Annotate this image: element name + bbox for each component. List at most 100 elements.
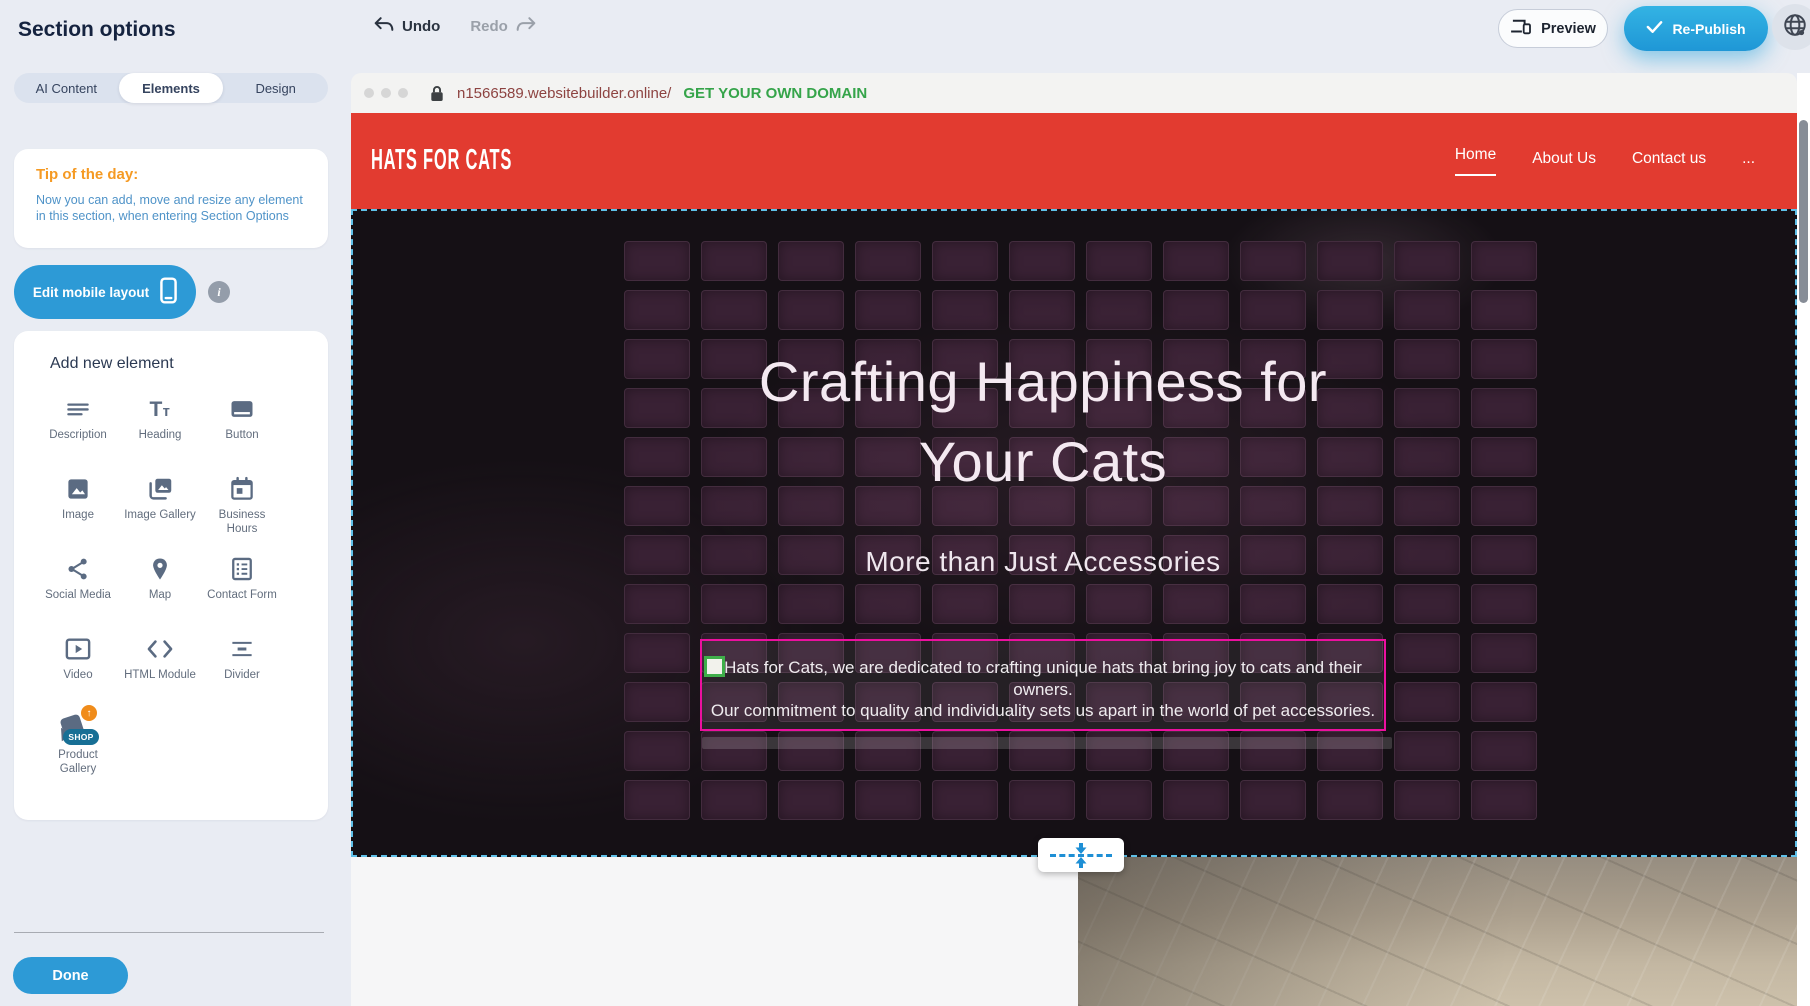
tab-ai-content[interactable]: AI Content: [14, 73, 119, 103]
hero-tile: [624, 290, 690, 330]
hero-tile: [1394, 241, 1460, 281]
hero-tile: [1163, 584, 1229, 624]
hero-tile: [624, 682, 690, 722]
element-html-module[interactable]: HTML Module: [120, 631, 200, 711]
hero-heading: Crafting Happiness for Your Cats: [443, 342, 1643, 502]
info-icon[interactable]: i: [208, 281, 230, 303]
element-grid: Description Tт Heading Button Image Imag…: [38, 391, 286, 791]
shop-badge: SHOP: [63, 729, 99, 745]
hero-tile: [1163, 290, 1229, 330]
hero-tile: [701, 290, 767, 330]
hero-tile: [1240, 290, 1306, 330]
element-social-media[interactable]: Social Media: [38, 551, 118, 631]
hero-tile: [932, 584, 998, 624]
hero-tile: [1163, 241, 1229, 281]
hero-tile: [1471, 290, 1537, 330]
site-logo[interactable]: HATS FOR CATS: [371, 143, 512, 177]
element-product-gallery[interactable]: ↑ SHOP Product Gallery: [38, 711, 118, 791]
site-url[interactable]: n1566589.websitebuilder.online/: [457, 85, 671, 102]
element-image[interactable]: Image: [38, 471, 118, 551]
hero-tile: [624, 780, 690, 820]
hero-tile: [1009, 780, 1075, 820]
lock-icon: [430, 85, 444, 102]
hero-tile: [701, 241, 767, 281]
hero-tile: [1240, 584, 1306, 624]
html-module-icon: [145, 631, 175, 667]
hero-tile: [932, 780, 998, 820]
hero-tile: [1086, 584, 1152, 624]
hero-tile: [1086, 290, 1152, 330]
button-icon: [227, 391, 257, 427]
image-icon: [64, 471, 92, 507]
tip-of-the-day-card: Tip of the day: Now you can add, move an…: [14, 149, 328, 248]
hero-tile: [1394, 290, 1460, 330]
hero-tile: [1086, 780, 1152, 820]
hero-tile: [1394, 633, 1460, 673]
hero-tile: [1240, 241, 1306, 281]
hero-tile: [1009, 584, 1075, 624]
hero-tile: [1317, 780, 1383, 820]
get-domain-link[interactable]: GET YOUR OWN DOMAIN: [683, 85, 867, 102]
nav-more-dots[interactable]: ...: [1742, 150, 1755, 172]
hero-tile: [778, 584, 844, 624]
hero-tile: [1317, 584, 1383, 624]
hero-tile: [1163, 780, 1229, 820]
tab-elements[interactable]: Elements: [119, 73, 224, 103]
business-hours-icon: [228, 471, 256, 507]
hero-subheading: More than Just Accessories: [443, 542, 1643, 582]
section-resize-handle[interactable]: [1038, 838, 1124, 872]
element-divider[interactable]: Divider: [202, 631, 282, 711]
heading-icon: Tт: [145, 391, 175, 427]
scrollbar-thumb[interactable]: [1799, 120, 1808, 303]
hero-tile: [778, 241, 844, 281]
arrow-down-icon: [1074, 843, 1088, 854]
edit-mobile-layout-button[interactable]: Edit mobile layout: [14, 265, 196, 319]
upgrade-arrow-badge: ↑: [81, 705, 97, 721]
element-video[interactable]: Video: [38, 631, 118, 711]
element-business-hours[interactable]: Business Hours: [202, 471, 282, 551]
element-heading[interactable]: Tт Heading: [120, 391, 200, 471]
hero-tile: [855, 780, 921, 820]
edit-mobile-label: Edit mobile layout: [33, 285, 149, 300]
video-icon: [63, 631, 93, 667]
divider-icon: [228, 631, 256, 667]
hero-section-selected[interactable]: Crafting Happiness for Your Cats More th…: [351, 209, 1797, 857]
tab-design[interactable]: Design: [223, 73, 328, 103]
element-contact-form[interactable]: Contact Form: [202, 551, 282, 631]
element-map[interactable]: Map: [120, 551, 200, 631]
hero-tile: [855, 584, 921, 624]
scrollbar-track[interactable]: [1797, 73, 1810, 1006]
element-description[interactable]: Description: [38, 391, 118, 471]
hero-tile: [1471, 584, 1537, 624]
description-icon: [64, 391, 92, 427]
hero-tile: [624, 731, 690, 771]
svg-text:T: T: [150, 398, 163, 421]
hero-tile: [1471, 780, 1537, 820]
site-header: HATS FOR CATS Home About Us Contact us .…: [351, 113, 1797, 209]
arrow-up-icon: [1074, 857, 1088, 868]
hero-tile: [855, 241, 921, 281]
hero-tile: [701, 780, 767, 820]
hero-tile: [1009, 290, 1075, 330]
next-section-photo: [1078, 857, 1797, 1006]
nav-contact-us[interactable]: Contact us: [1632, 150, 1706, 172]
done-button[interactable]: Done: [13, 957, 128, 994]
nav-about-us[interactable]: About Us: [1532, 150, 1596, 172]
hero-tile: [1394, 682, 1460, 722]
site-nav: Home About Us Contact us ...: [1455, 113, 1755, 209]
tip-body: Now you can add, move and resize any ele…: [36, 192, 306, 224]
element-button[interactable]: Button: [202, 391, 282, 471]
map-pin-icon: [147, 551, 173, 587]
element-drag-handle[interactable]: [704, 656, 725, 677]
selected-text-element[interactable]: Hats for Cats, we are dedicated to craft…: [700, 639, 1386, 731]
hero-tile-grid: [624, 241, 1536, 820]
hero-tile: [624, 633, 690, 673]
page-title: Section options: [18, 18, 176, 42]
sidebar-tabbar: AI Content Elements Design: [14, 73, 328, 103]
hero-tile: [624, 241, 690, 281]
hero-tile: [1009, 241, 1075, 281]
add-element-title: Add new element: [50, 355, 174, 373]
element-image-gallery[interactable]: Image Gallery: [120, 471, 200, 551]
nav-home[interactable]: Home: [1455, 146, 1496, 176]
hero-tile: [1317, 241, 1383, 281]
